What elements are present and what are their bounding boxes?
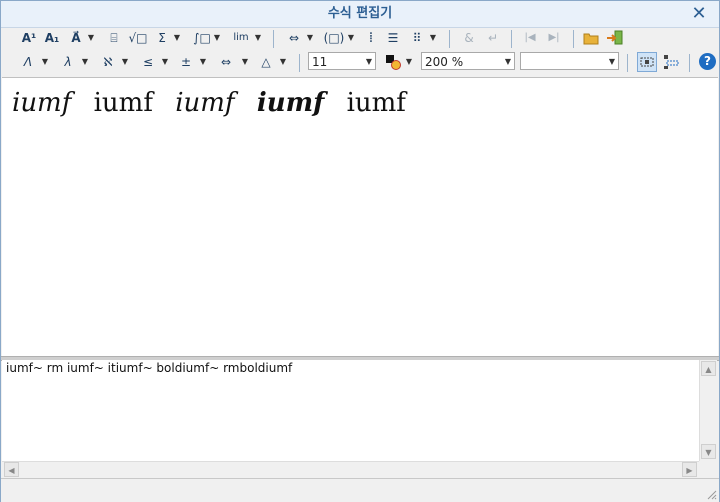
status-bar xyxy=(1,478,719,502)
arrow-dropdown-icon[interactable]: ▼ xyxy=(306,27,314,49)
separator xyxy=(299,54,300,72)
shapes-dropdown-icon[interactable]: ▼ xyxy=(279,51,287,73)
toolbar-row-2: Λ ▼ λ ▼ ℵ ▼ ≤ ▼ ± ▼ ⇔ ▼ △ ▼ 11 ▼ ▼ 200 %… xyxy=(1,51,719,75)
scroll-right-icon[interactable]: ▶ xyxy=(682,462,697,477)
script-text[interactable]: iumf~ rm iumf~ itiumf~ boldiumf~ rmboldi… xyxy=(6,361,292,375)
bracket-dropdown-icon[interactable]: ▼ xyxy=(347,27,355,49)
rendered-formula: iumf iumf iumf iumf iumf xyxy=(12,88,420,118)
shapes-button[interactable]: △ xyxy=(257,51,275,73)
root-button[interactable]: √□ xyxy=(127,27,149,49)
chevron-down-icon: ▼ xyxy=(608,57,615,66)
bracket-button[interactable]: (□) xyxy=(321,27,347,49)
stacked-layout-icon[interactable] xyxy=(661,51,681,73)
newline-button[interactable]: ↵ xyxy=(485,27,501,49)
separator xyxy=(511,30,512,48)
separator xyxy=(689,54,690,72)
operator-dropdown-icon[interactable]: ▼ xyxy=(199,51,207,73)
greek-lower-button[interactable]: λ xyxy=(59,51,77,73)
relation-button[interactable]: ≤ xyxy=(139,51,157,73)
zoom-value: 200 % xyxy=(425,55,464,69)
arrow-button[interactable]: ⇔ xyxy=(283,27,305,49)
open-folder-icon[interactable] xyxy=(581,27,601,49)
matrix-dropdown-icon[interactable]: ▼ xyxy=(429,27,437,49)
formula-preview[interactable]: iumf iumf iumf iumf iumf xyxy=(2,77,718,357)
zoom-select[interactable]: 200 % ▼ xyxy=(421,52,515,70)
color-dropdown-icon[interactable]: ▼ xyxy=(405,51,413,73)
hebrew-button[interactable]: ℵ xyxy=(99,51,117,73)
rows-button[interactable]: ☰ xyxy=(385,27,401,49)
separator xyxy=(627,54,628,72)
scroll-left-icon[interactable]: ◀ xyxy=(4,462,19,477)
sum-dropdown-icon[interactable]: ▼ xyxy=(173,27,181,49)
arrows-dropdown-icon[interactable]: ▼ xyxy=(241,51,249,73)
formula-italic-explicit: iumf xyxy=(175,88,235,118)
vector-dropdown-icon[interactable]: ▼ xyxy=(87,27,95,49)
matrix-button[interactable]: ⠿ xyxy=(407,27,427,49)
equation-editor-window: 수식 편집기 ✕ A¹ A₁ A⃗ ▼ ⌸ √□ Σ ▼ ∫□ ▼ lim ▼ … xyxy=(0,0,720,502)
vertical-scrollbar[interactable]: ▲ ▼ xyxy=(699,360,717,461)
hebrew-dropdown-icon[interactable]: ▼ xyxy=(121,51,129,73)
formula-roman-bold: iumf xyxy=(346,88,406,118)
scroll-down-icon[interactable]: ▼ xyxy=(701,444,716,459)
help-icon[interactable]: ? xyxy=(699,53,716,70)
ampersand-button[interactable]: & xyxy=(461,27,477,49)
subscript-button[interactable]: A₁ xyxy=(41,27,63,49)
limit-button[interactable]: lim xyxy=(229,27,253,49)
insert-icon[interactable] xyxy=(605,27,625,49)
move-right-button[interactable]: ▶| xyxy=(543,27,565,49)
relation-dropdown-icon[interactable]: ▼ xyxy=(161,51,169,73)
separator xyxy=(573,30,574,48)
matrix-column-button[interactable]: ⁞ xyxy=(363,27,379,49)
script-editor[interactable]: iumf~ rm iumf~ itiumf~ boldiumf~ rmboldi… xyxy=(2,360,699,461)
chevron-down-icon: ▼ xyxy=(365,57,372,66)
move-left-button[interactable]: |◀ xyxy=(519,27,541,49)
greek-lower-dropdown-icon[interactable]: ▼ xyxy=(81,51,89,73)
greek-upper-button[interactable]: Λ xyxy=(19,51,37,73)
font-size-select[interactable]: 11 ▼ xyxy=(308,52,376,70)
formula-bold: iumf xyxy=(256,88,325,118)
scroll-up-icon[interactable]: ▲ xyxy=(701,361,716,376)
window-title: 수식 편집기 xyxy=(327,6,393,21)
color-picker-icon[interactable] xyxy=(383,51,403,73)
greek-upper-dropdown-icon[interactable]: ▼ xyxy=(41,51,49,73)
font-size-value: 11 xyxy=(312,55,328,69)
separator xyxy=(273,30,274,48)
inline-layout-icon[interactable] xyxy=(637,52,657,72)
operator-button[interactable]: ± xyxy=(177,51,195,73)
horizontal-scrollbar[interactable]: ◀ ▶ xyxy=(2,461,699,478)
integral-button[interactable]: ∫□ xyxy=(191,27,213,49)
resize-grip-icon[interactable] xyxy=(705,488,717,500)
formula-roman: iumf xyxy=(93,88,153,118)
formula-italic: iumf xyxy=(12,88,72,118)
toolbar-row-1: A¹ A₁ A⃗ ▼ ⌸ √□ Σ ▼ ∫□ ▼ lim ▼ ⇔ ▼ (□) ▼… xyxy=(1,27,719,51)
title-bar: 수식 편집기 ✕ xyxy=(1,1,719,28)
chevron-down-icon: ▼ xyxy=(504,57,511,66)
limit-dropdown-icon[interactable]: ▼ xyxy=(254,27,262,49)
close-icon[interactable]: ✕ xyxy=(689,4,709,24)
superscript-button[interactable]: A¹ xyxy=(19,27,39,49)
fraction-button[interactable]: ⌸ xyxy=(105,27,123,49)
arrows-button[interactable]: ⇔ xyxy=(215,51,237,73)
vector-button[interactable]: A⃗ xyxy=(67,27,85,49)
integral-dropdown-icon[interactable]: ▼ xyxy=(213,27,221,49)
sum-button[interactable]: Σ xyxy=(153,27,171,49)
separator xyxy=(449,30,450,48)
font-name-select[interactable]: ▼ xyxy=(520,52,619,70)
